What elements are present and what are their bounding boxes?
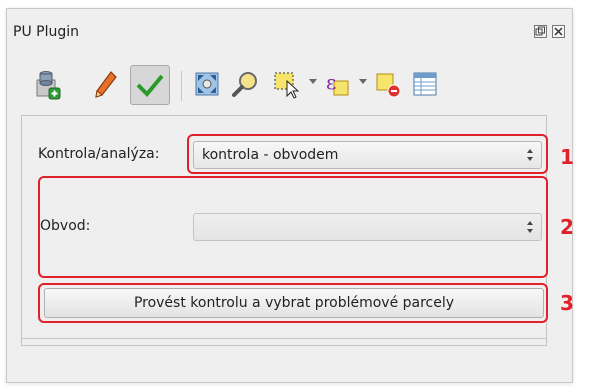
- checkmark-icon[interactable]: [130, 65, 170, 105]
- toolbar: ε: [7, 61, 572, 113]
- toolbar-separator: [181, 71, 182, 101]
- titlebar: PU Plugin: [7, 9, 572, 53]
- divider: [21, 338, 547, 339]
- database-add-icon[interactable]: [31, 67, 65, 101]
- zoom-extent-icon[interactable]: [190, 67, 224, 101]
- close-icon[interactable]: [552, 25, 565, 38]
- highlight-box-2: [38, 176, 548, 278]
- chevron-down-icon[interactable]: [309, 79, 317, 84]
- annotation-number: 3: [560, 291, 574, 315]
- annotation-number: 2: [560, 215, 574, 239]
- analysis-label: Kontrola/analýza:: [38, 146, 160, 162]
- attribute-table-icon[interactable]: [408, 67, 442, 101]
- zoom-icon[interactable]: [229, 67, 263, 101]
- highlight-box-1: [187, 134, 548, 174]
- annotation-number: 1: [560, 145, 574, 169]
- float-icon[interactable]: [534, 25, 547, 38]
- svg-text:ε: ε: [326, 70, 336, 94]
- deselect-icon[interactable]: [370, 67, 404, 101]
- select-expression-icon[interactable]: ε: [320, 67, 354, 101]
- select-rectangle-icon[interactable]: [270, 67, 304, 101]
- window-title: PU Plugin: [13, 24, 79, 40]
- highlight-box-3: [38, 283, 548, 323]
- chevron-down-icon[interactable]: [359, 79, 367, 84]
- pencil-icon[interactable]: [89, 67, 123, 101]
